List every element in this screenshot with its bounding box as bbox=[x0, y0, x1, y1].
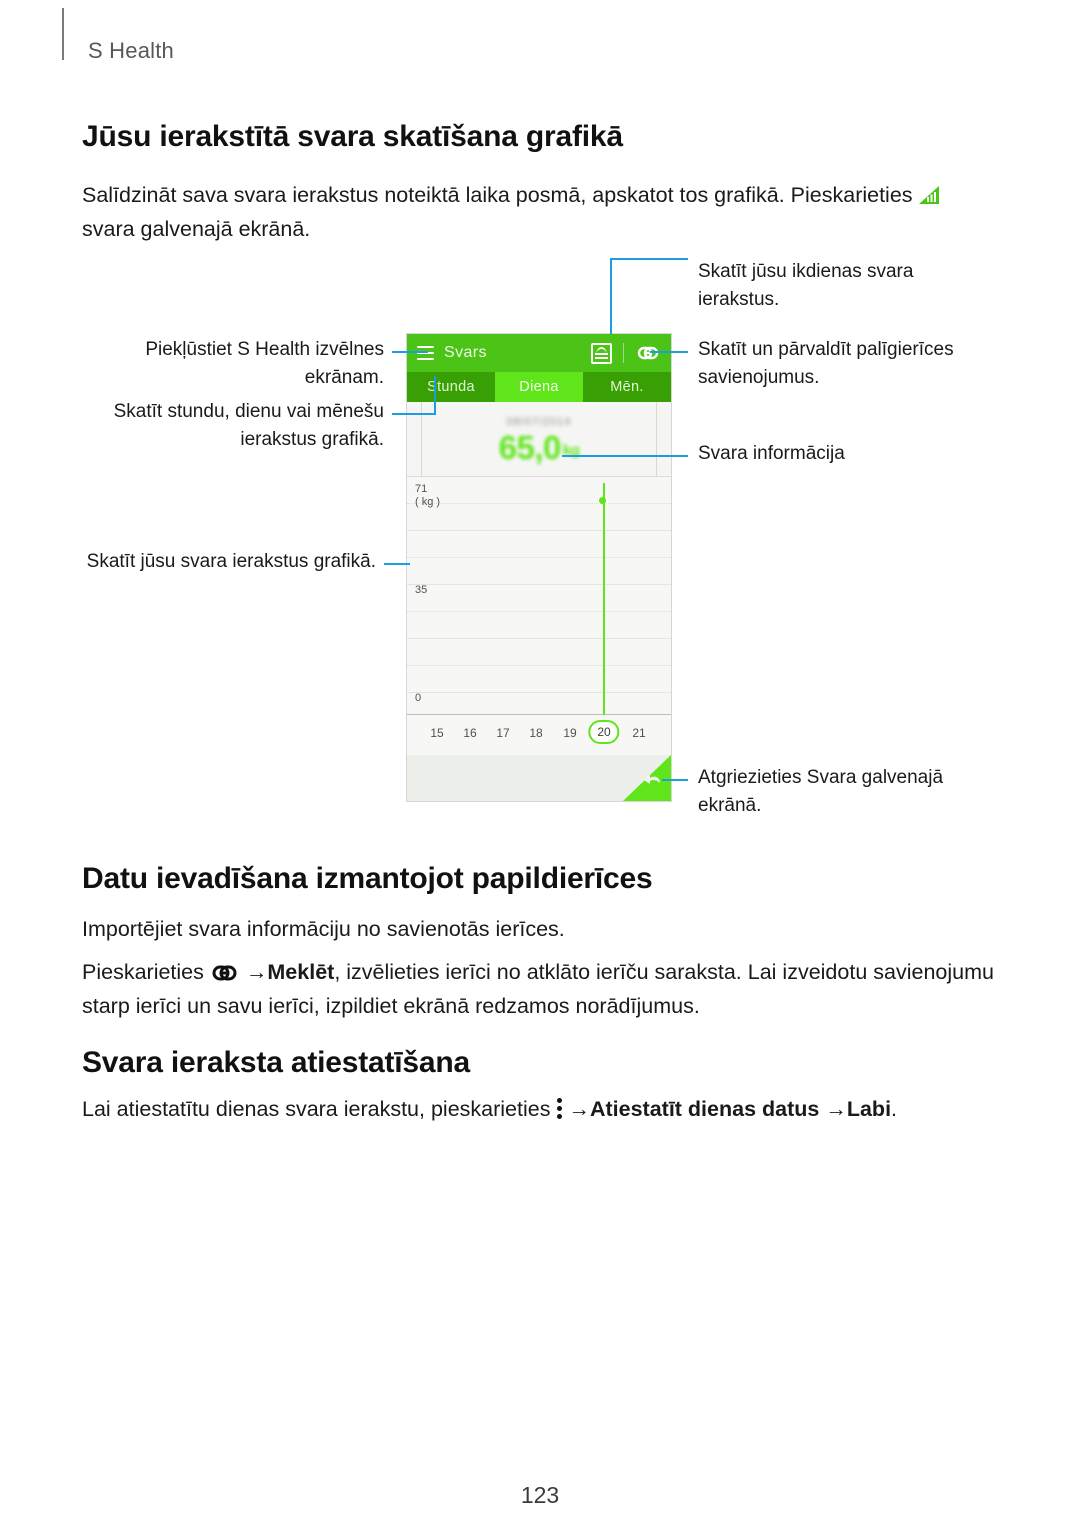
gridline bbox=[407, 557, 671, 558]
app-bar-divider bbox=[623, 343, 624, 363]
navigation-zone bbox=[407, 755, 671, 801]
leader-line bbox=[610, 258, 612, 334]
leader-line bbox=[384, 563, 410, 565]
leader-line bbox=[562, 455, 688, 457]
y-axis-label-max: 71 ( kg ) bbox=[415, 483, 441, 508]
summary-weight-value: 65,0 kg bbox=[407, 429, 671, 467]
y-axis-label-mid: 35 bbox=[415, 584, 428, 596]
reset-paragraph: Lai atiestatītu dienas svara ierakstu, p… bbox=[82, 1092, 1012, 1126]
app-bar: Svars bbox=[407, 334, 671, 372]
accessory-bold-meklet: Meklēt bbox=[267, 960, 335, 984]
series-marker-line bbox=[603, 483, 605, 715]
x-tick-16: 16 bbox=[463, 726, 477, 740]
breadcrumb: S Health bbox=[88, 38, 174, 63]
reset-period: . bbox=[891, 1097, 898, 1121]
record-chart-icon[interactable] bbox=[591, 342, 612, 364]
reset-bold-atiestatit: Atiestatīt dienas datus bbox=[589, 1097, 820, 1121]
gridline bbox=[407, 611, 671, 612]
gridline bbox=[407, 584, 671, 585]
weight-summary: 08/07/2014 65,0 kg bbox=[407, 402, 671, 477]
figure-weight-graph-screen: Svars Stunda Diena Mēn. 08/07/2014 65,0 k… bbox=[0, 250, 1080, 830]
x-axis-labels: 15 16 17 18 19 20 21 bbox=[407, 720, 671, 747]
page-title-graph: Jūsu ierakstītā svara skatīšana grafikā bbox=[82, 120, 623, 153]
reset-arrow-2: → bbox=[825, 1097, 847, 1121]
leader-line bbox=[392, 413, 436, 415]
hamburger-icon[interactable] bbox=[417, 345, 434, 361]
more-options-icon bbox=[555, 1098, 563, 1120]
gridline bbox=[407, 530, 671, 531]
tab-diena[interactable]: Diena bbox=[495, 372, 583, 402]
x-tick-18: 18 bbox=[529, 726, 543, 740]
x-tick-15: 15 bbox=[430, 726, 444, 740]
page-title-accessory: Datu ievadīšana izmantojot papildierīces bbox=[82, 862, 653, 895]
leader-line bbox=[650, 351, 688, 353]
reset-bold-labi: Labi bbox=[846, 1097, 892, 1121]
summary-date: 08/07/2014 bbox=[506, 416, 572, 428]
callout-weight-info: Svara informācija bbox=[698, 443, 845, 464]
gridline bbox=[407, 503, 671, 504]
page-number: 123 bbox=[520, 1482, 560, 1508]
accessory-paragraph-2: Pieskarieties →Meklēt, izvēlieties ierīc… bbox=[82, 955, 1002, 1023]
reset-text-part1: Lai atiestatītu dienas svara ierakstu, p… bbox=[82, 1097, 551, 1121]
intro-paragraph: Salīdzināt sava svara ierakstus noteiktā… bbox=[82, 178, 987, 246]
gridline bbox=[407, 665, 671, 666]
x-tick-19: 19 bbox=[563, 726, 577, 740]
x-tick-20-selected[interactable]: 20 bbox=[588, 720, 620, 744]
back-arrow-icon bbox=[640, 774, 662, 785]
x-tick-17: 17 bbox=[496, 726, 510, 740]
page-title-reset: Svara ieraksta atiestatīšana bbox=[82, 1046, 470, 1079]
callout-weight-graph: Skatīt jūsu svara ierakstus grafikā. bbox=[86, 551, 376, 572]
page-margin-rule bbox=[62, 8, 64, 60]
gridline bbox=[407, 692, 671, 693]
tab-men[interactable]: Mēn. bbox=[583, 372, 671, 402]
link-icon[interactable] bbox=[635, 345, 661, 361]
accessory-paragraph-1: Importējiet svara informāciju no savieno… bbox=[82, 917, 565, 941]
link-icon bbox=[210, 964, 240, 982]
callout-shealth-menu: Piekļūstiet S Health izvēlnes ekrānam. bbox=[145, 339, 384, 388]
accessory-arrow: → bbox=[245, 960, 268, 984]
intro-text-part2: svara galvenajā ekrānā. bbox=[82, 217, 311, 241]
accessory-text-part1: Pieskarieties bbox=[82, 960, 204, 984]
leader-line bbox=[392, 351, 428, 353]
summary-weight-number: 65,0 bbox=[498, 429, 562, 466]
callout-accessory-connections: Skatīt un pārvaldīt palīgierīces savieno… bbox=[698, 339, 954, 388]
y-axis-label-min: 0 bbox=[415, 692, 422, 704]
callout-daily-records: Skatīt jūsu ikdienas svara ierakstus. bbox=[698, 261, 914, 310]
chart-triangle-icon bbox=[918, 186, 940, 205]
period-tabs[interactable]: Stunda Diena Mēn. bbox=[407, 372, 671, 402]
leader-line bbox=[434, 376, 436, 415]
app-title: Svars bbox=[444, 344, 487, 361]
data-point-65 bbox=[599, 497, 606, 504]
weight-chart[interactable]: 71 ( kg ) 35 0 15 16 17 18 19 20 21 bbox=[407, 477, 671, 755]
callout-period-records: Skatīt stundu, dienu vai mēnešu ierakstu… bbox=[113, 401, 384, 450]
leader-line bbox=[610, 258, 688, 260]
device-screenshot: Svars Stunda Diena Mēn. 08/07/2014 65,0 k… bbox=[406, 333, 672, 802]
leader-line bbox=[662, 779, 688, 781]
x-tick-21: 21 bbox=[632, 726, 646, 740]
intro-text-part1: Salīdzināt sava svara ierakstus noteiktā… bbox=[82, 183, 913, 207]
reset-arrow-1: → bbox=[568, 1097, 590, 1121]
gridline bbox=[407, 638, 671, 639]
callout-back-to-weight-home: Atgriezieties Svara galvenajā ekrānā. bbox=[698, 767, 944, 816]
x-axis-line bbox=[407, 714, 671, 715]
tab-stunda[interactable]: Stunda bbox=[407, 372, 495, 402]
